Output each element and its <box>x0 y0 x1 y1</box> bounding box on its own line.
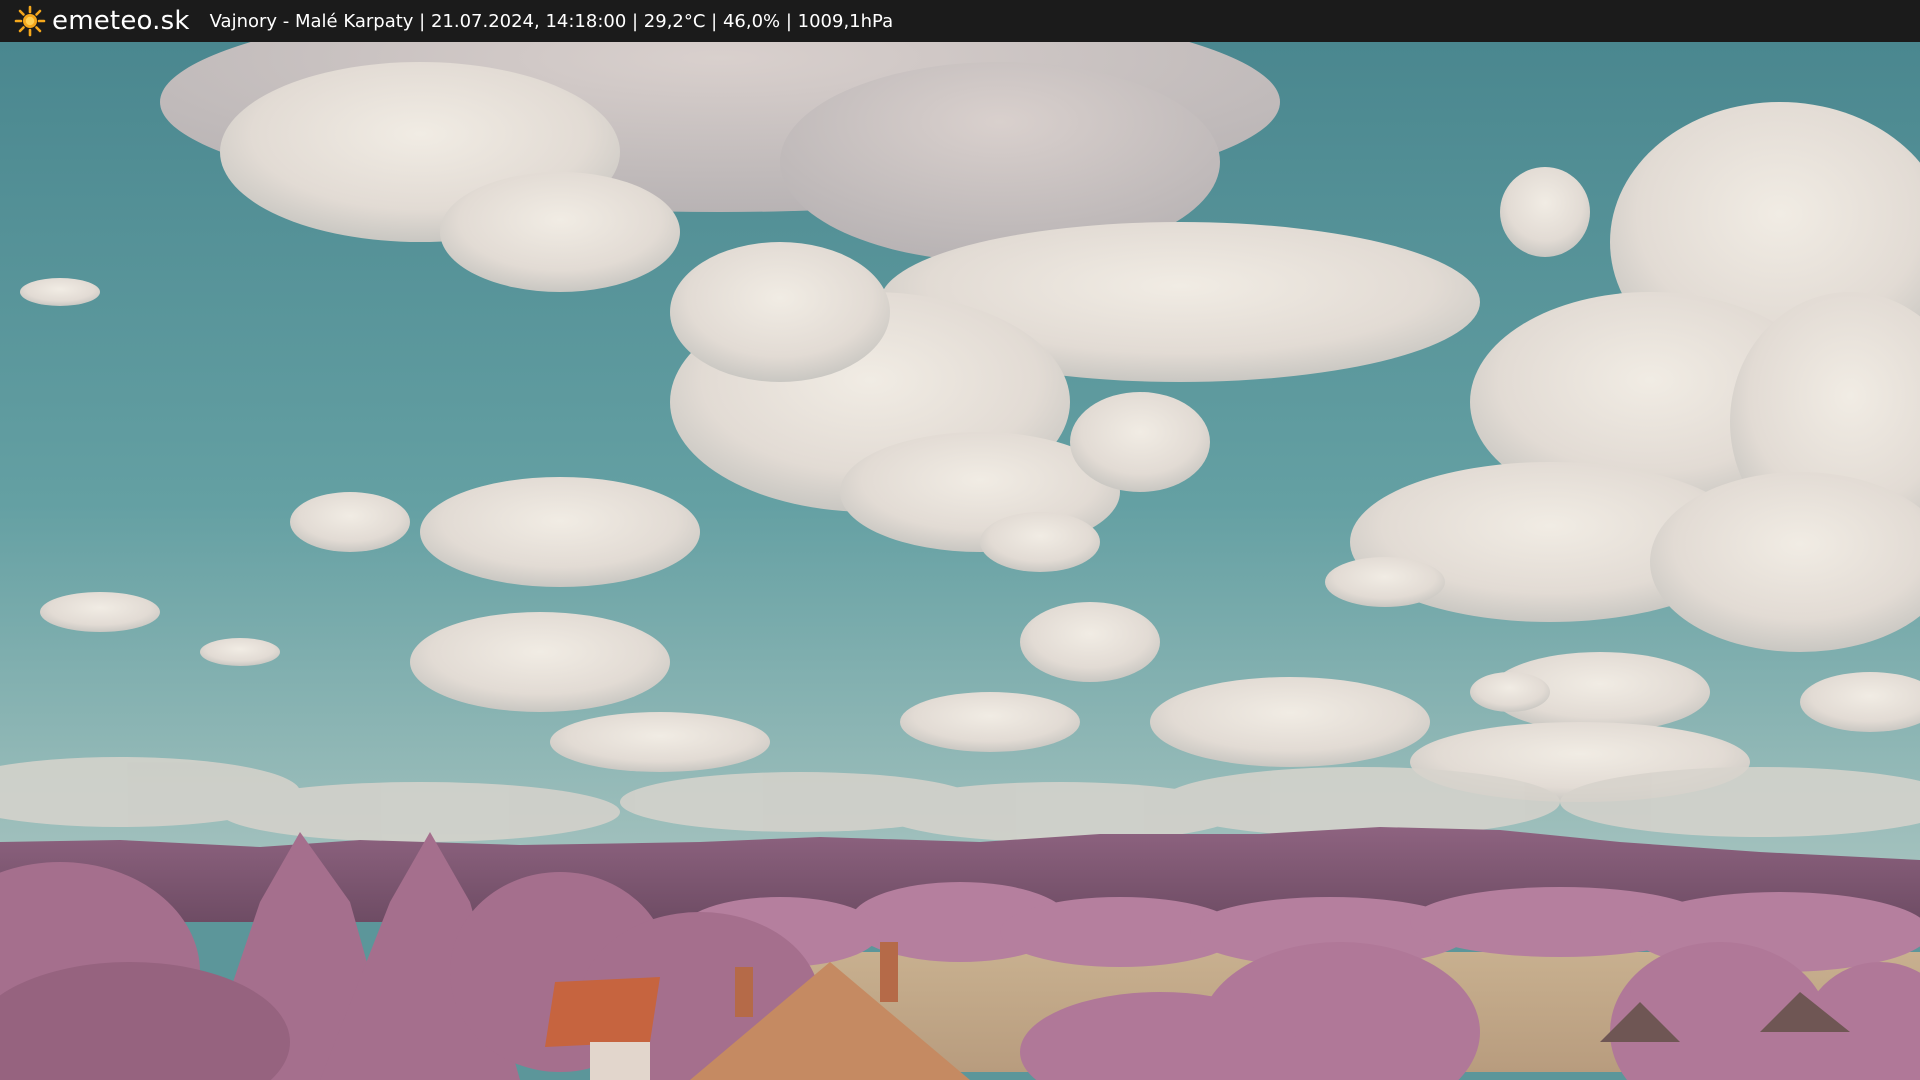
top-bar: emeteo.sk Vajnory - Malé Karpaty | 21.07… <box>0 0 1920 42</box>
webcam-image <box>0 42 1920 1080</box>
brand-link[interactable]: emeteo.sk <box>14 5 190 37</box>
sun-icon <box>14 5 46 37</box>
brand-name: emeteo.sk <box>52 6 190 36</box>
weather-caption: Vajnory - Malé Karpaty | 21.07.2024, 14:… <box>209 10 894 32</box>
